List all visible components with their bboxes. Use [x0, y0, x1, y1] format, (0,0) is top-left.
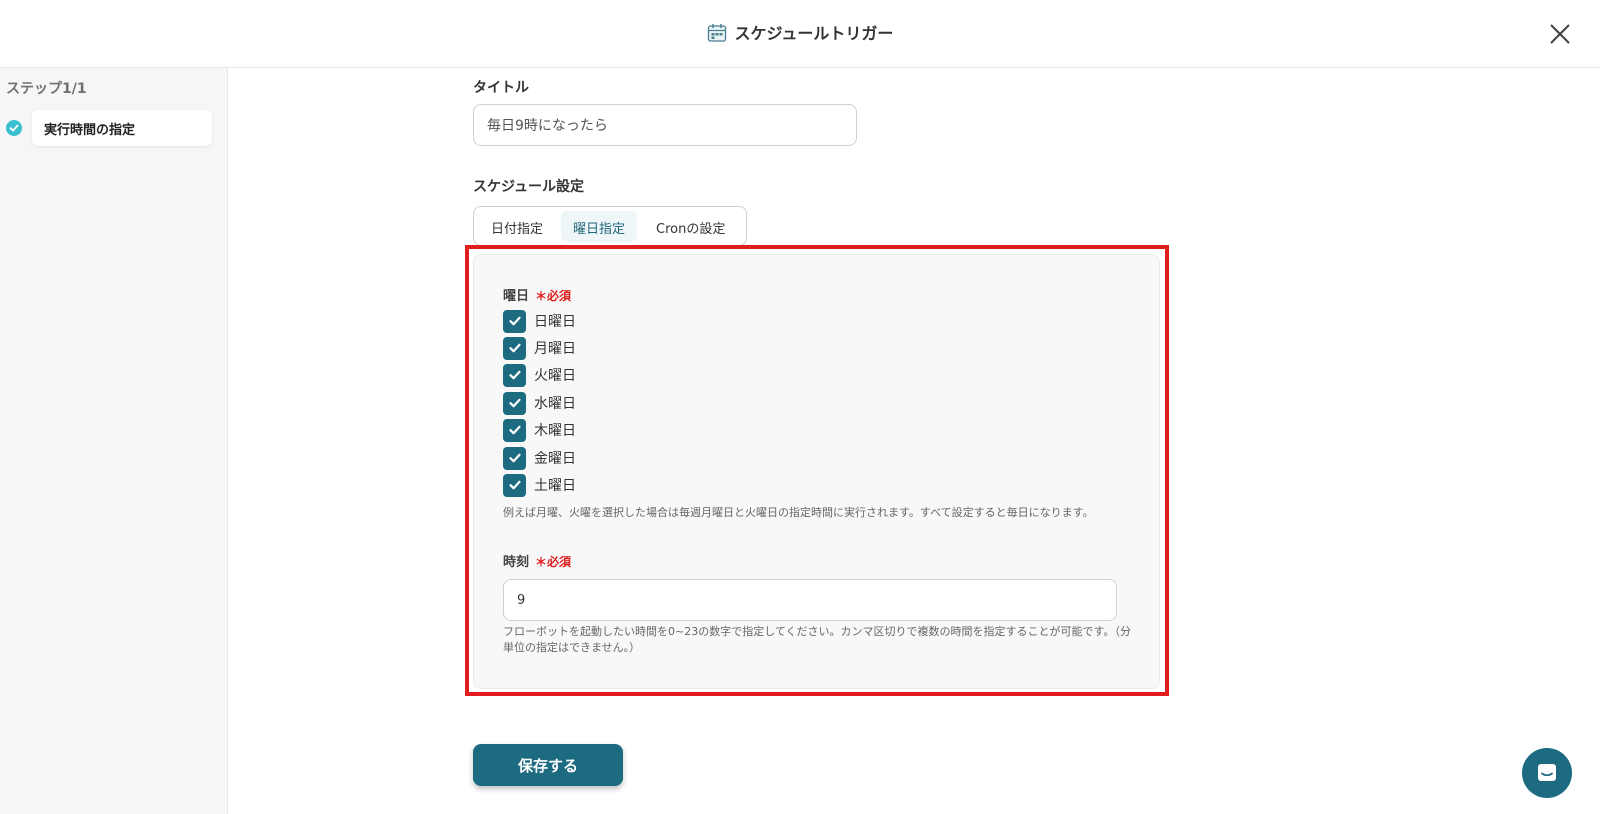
sidebar-item-execution-time[interactable]: 実行時間の指定 — [32, 110, 212, 146]
close-icon — [1550, 24, 1570, 44]
chat-launcher-button[interactable] — [1522, 748, 1572, 798]
tab-cron[interactable]: Cronの設定 — [644, 211, 737, 241]
highlight-frame — [465, 245, 1169, 696]
steps-sidebar: ステップ1/1 実行時間の指定 — [0, 68, 228, 814]
check-circle-icon — [6, 120, 22, 136]
title-field-label: タイトル — [473, 80, 529, 96]
step-counter: ステップ1/1 — [6, 81, 87, 97]
schedule-settings-label: スケジュール設定 — [473, 179, 585, 195]
tab-weekday[interactable]: 曜日指定 — [561, 211, 638, 241]
save-button[interactable]: 保存する — [473, 744, 623, 786]
modal-header: スケジュールトリガー — [0, 0, 1600, 68]
main-content: タイトル スケジュール設定 日付指定 曜日指定 Cronの設定 曜日＊必須 日曜… — [228, 68, 1600, 814]
close-button[interactable] — [1546, 20, 1574, 48]
tab-date[interactable]: 日付指定 — [479, 211, 555, 241]
schedule-tabs: 日付指定 曜日指定 Cronの設定 — [473, 206, 747, 246]
modal-title: スケジュールトリガー — [0, 20, 1600, 47]
chat-icon — [1538, 764, 1556, 781]
title-input[interactable] — [473, 104, 857, 146]
modal-title-text: スケジュールトリガー — [734, 24, 894, 43]
calendar-icon — [707, 23, 727, 47]
